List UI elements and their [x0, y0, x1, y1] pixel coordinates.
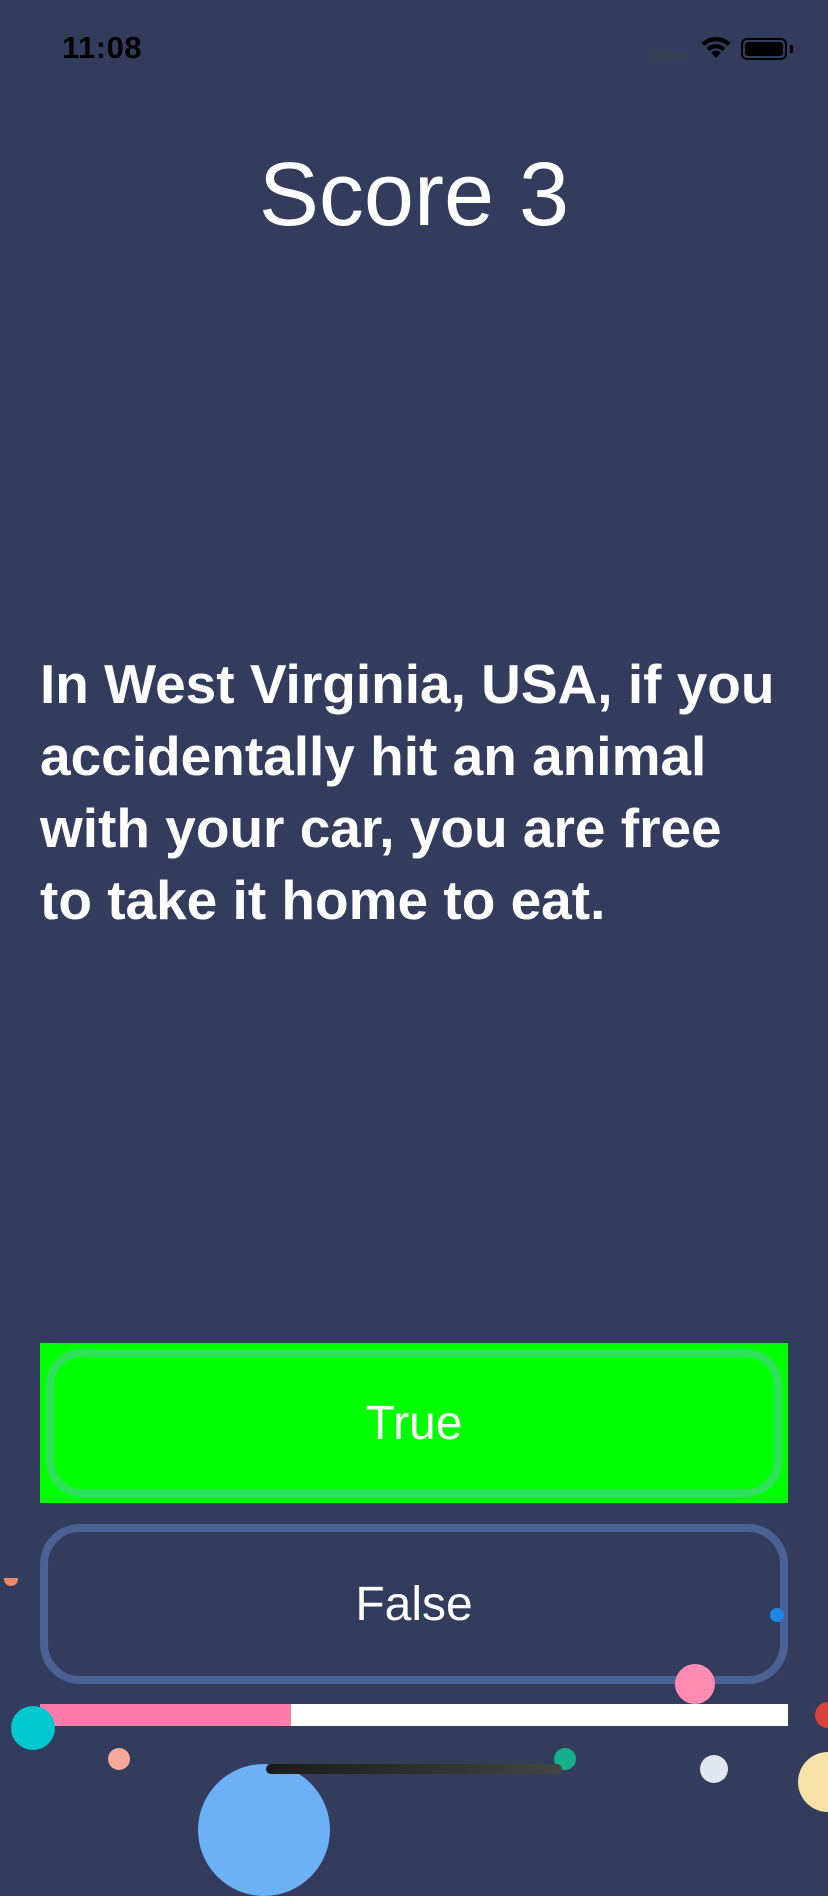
battery-cap	[790, 45, 793, 53]
false-button[interactable]: False	[40, 1524, 788, 1684]
battery-icon	[741, 38, 787, 60]
true-button[interactable]: True	[40, 1343, 788, 1503]
confetti-dot	[798, 1752, 828, 1812]
cellular-signal-icon	[652, 53, 690, 59]
confetti-dot	[815, 1702, 828, 1728]
progress-fill	[40, 1704, 291, 1726]
confetti-dot	[770, 1608, 784, 1622]
progress-bar	[40, 1704, 788, 1726]
true-button-label: True	[365, 1396, 463, 1450]
question-text: In West Virginia, USA, if you accidental…	[40, 653, 775, 931]
confetti-dot	[700, 1755, 728, 1783]
status-time: 11:08	[62, 30, 143, 65]
wifi-icon	[701, 36, 731, 58]
confetti-dot	[11, 1706, 55, 1750]
score-label: Score 3	[258, 145, 570, 245]
confetti-dot	[108, 1748, 130, 1770]
confetti-dot	[675, 1664, 715, 1704]
status-bar: 11:08	[0, 0, 828, 100]
false-button-label: False	[355, 1577, 473, 1631]
home-indicator[interactable]	[266, 1764, 562, 1774]
confetti-dot	[4, 1578, 18, 1586]
confetti-dot	[198, 1764, 330, 1896]
